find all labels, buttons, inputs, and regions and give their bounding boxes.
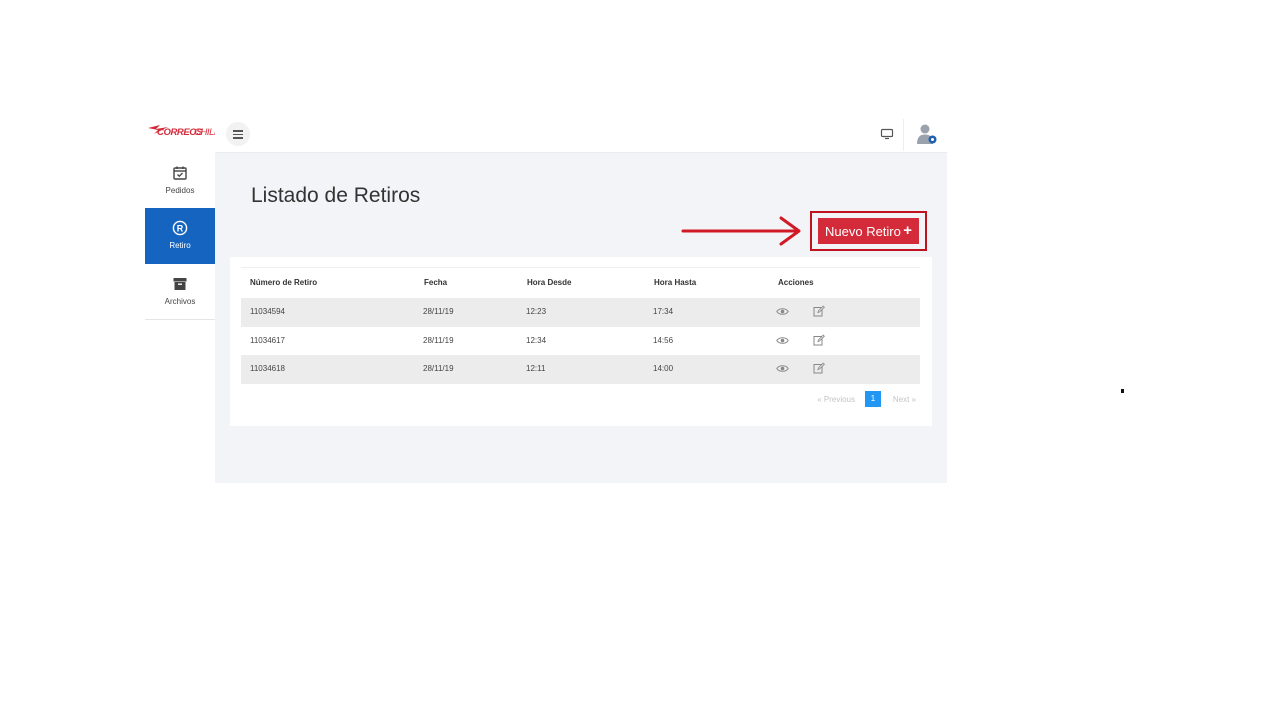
cell-fecha: 28/11/19 — [423, 307, 454, 316]
sidebar-divider — [145, 319, 215, 320]
cell-hora-desde: 12:23 — [526, 307, 547, 316]
table-row: 11034618 28/11/19 12:11 14:00 — [241, 355, 920, 384]
sidebar-item-retiro[interactable]: R Retiro — [145, 208, 215, 264]
eye-icon[interactable] — [776, 307, 789, 316]
eye-icon[interactable] — [776, 364, 789, 373]
pagination-page-current[interactable]: 1 — [865, 391, 881, 407]
table-row: 11034594 28/11/19 12:23 17:34 — [241, 298, 920, 327]
cell-fecha: 28/11/19 — [423, 335, 454, 345]
sidebar-item-label: Pedidos — [165, 186, 195, 195]
correoschile-logo[interactable]: CORREOS CHILE — [146, 121, 216, 139]
cell-numero: 11034618 — [250, 364, 285, 373]
cell-numero: 11034594 — [250, 307, 285, 316]
user-avatar-icon[interactable] — [915, 122, 939, 146]
monitor-icon[interactable] — [880, 127, 894, 140]
hamburger-icon[interactable] — [226, 122, 250, 146]
pagination-next[interactable]: Next » — [893, 395, 916, 404]
archive-box-icon — [172, 276, 188, 292]
calendar-check-icon — [172, 165, 188, 181]
app-window: CORREOS CHILE Pedidos R — [145, 113, 947, 483]
column-header[interactable]: Hora Desde — [527, 268, 571, 298]
sidebar-item-pedidos[interactable]: Pedidos — [145, 153, 215, 209]
registered-icon: R — [172, 220, 188, 236]
topbar-divider — [903, 119, 904, 151]
retiros-table: Número de Retiro Fecha Hora Desde Hora H… — [241, 267, 920, 384]
pagination-previous[interactable]: « Previous — [817, 395, 855, 404]
column-header[interactable]: Fecha — [424, 268, 447, 298]
sidebar-item-label: Retiro — [169, 241, 191, 250]
nuevo-retiro-button[interactable]: Nuevo Retiro + — [818, 218, 919, 244]
svg-text:R: R — [177, 223, 184, 233]
eye-icon[interactable] — [776, 336, 789, 345]
cell-hora-desde: 12:11 — [526, 364, 546, 373]
top-bar — [215, 113, 947, 153]
sidebar: CORREOS CHILE Pedidos R — [145, 113, 216, 483]
sidebar-item-label: Archivos — [164, 297, 196, 306]
retiros-card: Número de Retiro Fecha Hora Desde Hora H… — [230, 257, 932, 426]
cell-hora-hasta: 14:00 — [653, 364, 674, 373]
edit-icon[interactable] — [813, 362, 825, 374]
edit-icon[interactable] — [813, 305, 825, 317]
page-title: Listado de Retiros — [251, 184, 421, 207]
stray-mark — [1121, 389, 1124, 393]
annotation-arrow — [681, 216, 801, 246]
column-header: Acciones — [778, 278, 814, 287]
cell-hora-desde: 12:34 — [526, 335, 547, 345]
table-header: Número de Retiro Fecha Hora Desde Hora H… — [241, 268, 920, 298]
cell-hora-hasta: 17:34 — [653, 307, 674, 316]
edit-icon[interactable] — [813, 333, 825, 346]
svg-text:CHILE: CHILE — [194, 127, 216, 138]
cell-hora-hasta: 14:56 — [653, 335, 674, 345]
main-content: Listado de Retiros Nuevo Retiro + Número… — [215, 153, 947, 483]
nuevo-retiro-label: Nuevo Retiro — [825, 223, 901, 239]
cell-numero: 11034617 — [250, 335, 285, 345]
column-header[interactable]: Hora Hasta — [654, 268, 696, 298]
column-header[interactable]: Número de Retiro — [250, 268, 317, 298]
table-row: 11034617 28/11/19 12:34 14:56 — [241, 327, 920, 356]
sidebar-item-archivos[interactable]: Archivos — [145, 264, 215, 320]
plus-icon: + — [903, 222, 912, 239]
cell-fecha: 28/11/19 — [423, 364, 454, 373]
